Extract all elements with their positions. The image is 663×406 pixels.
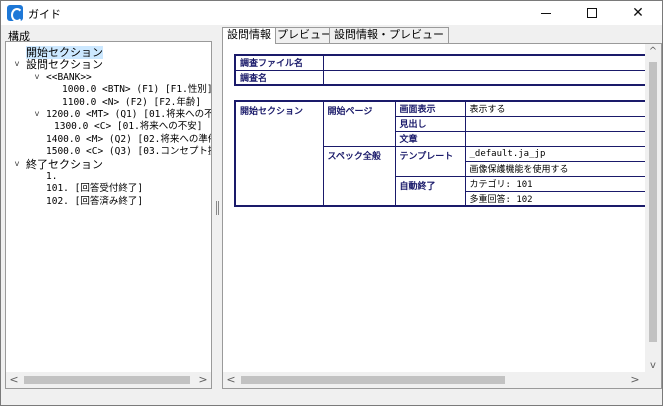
maximize-icon [587,8,597,18]
multi-answer-value: 多重回答: 102 [464,190,654,207]
template-value: _default.ja_jp [464,145,654,162]
panel-vscroll-thumb[interactable] [649,62,657,342]
tree-horizontal-scrollbar[interactable]: < > [6,372,211,388]
tree-node-label: 102. [回答済み終了] [46,195,144,207]
structure-tree-panel: 開始セクション v 設問セクション v <<BANK>> 1000.0 <BTN> (F1… [5,41,212,389]
tree-node-label: 1000.0 <BTN> (F1) [F1.性別] [62,84,211,96]
template-label: テンプレート [394,145,466,177]
tab-question-info-preview[interactable]: 設問情報・プレビュー [329,27,449,43]
spec-cell: スペック全般 [322,145,396,207]
tree-section-node[interactable]: 設問セクション [26,59,103,71]
tree-node-label: 1100.0 <N> (F2) [F2.年齢] [62,96,202,108]
tree-item-node[interactable]: 1400.0 <M> (Q2) [02.将来への準備] [46,134,211,146]
survey-file-value [322,54,654,71]
minimize-button[interactable] [523,1,569,25]
question-info-panel: 調査ファイル名 調査名 開始セクション 開始ページ 画面表示 表示する 見出し … [222,43,662,389]
title-bar[interactable]: ガイド ✕ [1,1,662,25]
image-protect-value: 画像保護機能を使用する [464,160,654,177]
expand-chevron-icon[interactable]: v [12,159,22,168]
tree-item-node[interactable]: 1500.0 <C> (Q3) [03.コンセプト提示] [46,146,211,158]
close-icon: ✕ [632,5,644,21]
category-value: カテゴリ: 101 [464,175,654,192]
tree-node-label: 1500.0 <C> (Q3) [03.コンセプト提示] [46,146,211,158]
scroll-left-icon[interactable]: < [6,372,22,388]
panel-vertical-scrollbar[interactable]: ^ v [645,44,661,374]
tree-item-node[interactable]: 1300.0 <C> [01.将来への不安] [54,121,203,133]
guide-window: ガイド ✕ 構成 開始セクション v 設問セクション v <<BANK>> 1000.0 … [0,0,663,406]
maximize-button[interactable] [569,1,615,25]
scroll-up-icon[interactable]: ^ [645,44,661,60]
body-value [464,130,654,147]
scroll-corner [645,372,661,388]
tree-node-label: 1300.0 <C> [01.将来への不安] [54,121,203,133]
app-icon [7,5,23,22]
scroll-right-icon[interactable]: > [195,372,211,388]
tree-item-node[interactable]: 101. [回答受付終了] [46,183,143,195]
tree-item-node[interactable]: <<BANK>> [46,72,92,84]
tree-node-label: 101. [回答受付終了] [46,183,144,195]
heading-label: 見出し [394,115,466,132]
tree-item-node[interactable]: 1200.0 <MT> (Q1) [01.将来への不安] [46,109,211,121]
tree-node-label: 1. [46,171,58,182]
close-button[interactable]: ✕ [615,1,661,25]
tree-item-node[interactable]: 102. [回答済み終了] [46,196,143,208]
panel-scroll-right-icon[interactable]: > [627,372,643,388]
expand-chevron-icon[interactable]: v [12,59,22,68]
expand-chevron-icon[interactable]: v [32,109,42,118]
body-label: 文章 [394,130,466,147]
display-value: 表示する [464,100,654,117]
survey-info-table: 調査ファイル名 調査名 [234,54,654,86]
display-label: 画面表示 [394,100,466,117]
window-title: ガイド [28,8,61,21]
survey-name-label: 調査名 [234,69,324,86]
panel-hscroll-thumb[interactable] [241,376,505,384]
tab-preview[interactable]: プレビュー [272,27,337,43]
survey-name-value [322,69,654,86]
tree-node-label: 1200.0 <MT> (Q1) [01.将来への不安] [46,109,211,120]
tree-node-label: 設問セクション [26,58,103,72]
section-title-cell: 開始セクション [234,100,324,207]
structure-tree[interactable]: 開始セクション v 設問セクション v <<BANK>> 1000.0 <BTN> (F1… [6,44,211,372]
tree-scroll-thumb[interactable] [24,376,190,384]
pane-splitter[interactable] [216,201,219,215]
minimize-icon [541,12,551,14]
tree-node-label: <<BANK>> [46,71,92,83]
tab-question-info[interactable]: 設問情報 [222,27,276,44]
panel-scroll-left-icon[interactable]: < [223,372,239,388]
tree-item-node[interactable]: 1000.0 <BTN> (F1) [F1.性別] [62,84,211,96]
section-info-table: 開始セクション 開始ページ 画面表示 表示する 見出し 文章 スペック全般 テン… [234,100,654,207]
start-page-cell: 開始ページ [322,100,396,147]
panel-horizontal-scrollbar[interactable]: < > [223,372,645,388]
survey-file-label: 調査ファイル名 [234,54,324,71]
tree-node-label: 1400.0 <M> (Q2) [02.将来への準備] [46,133,211,145]
auto-end-label: 自動終了 [394,175,466,207]
tree-section-node[interactable]: 終了セクション [26,157,103,171]
tree-item-node[interactable]: 1100.0 <N> (F2) [F2.年齢] [62,97,201,109]
tree-node-label: 終了セクション [26,157,103,171]
tree-item-node[interactable]: 1. [46,171,57,183]
heading-value [464,115,654,132]
expand-chevron-icon[interactable]: v [32,72,42,81]
